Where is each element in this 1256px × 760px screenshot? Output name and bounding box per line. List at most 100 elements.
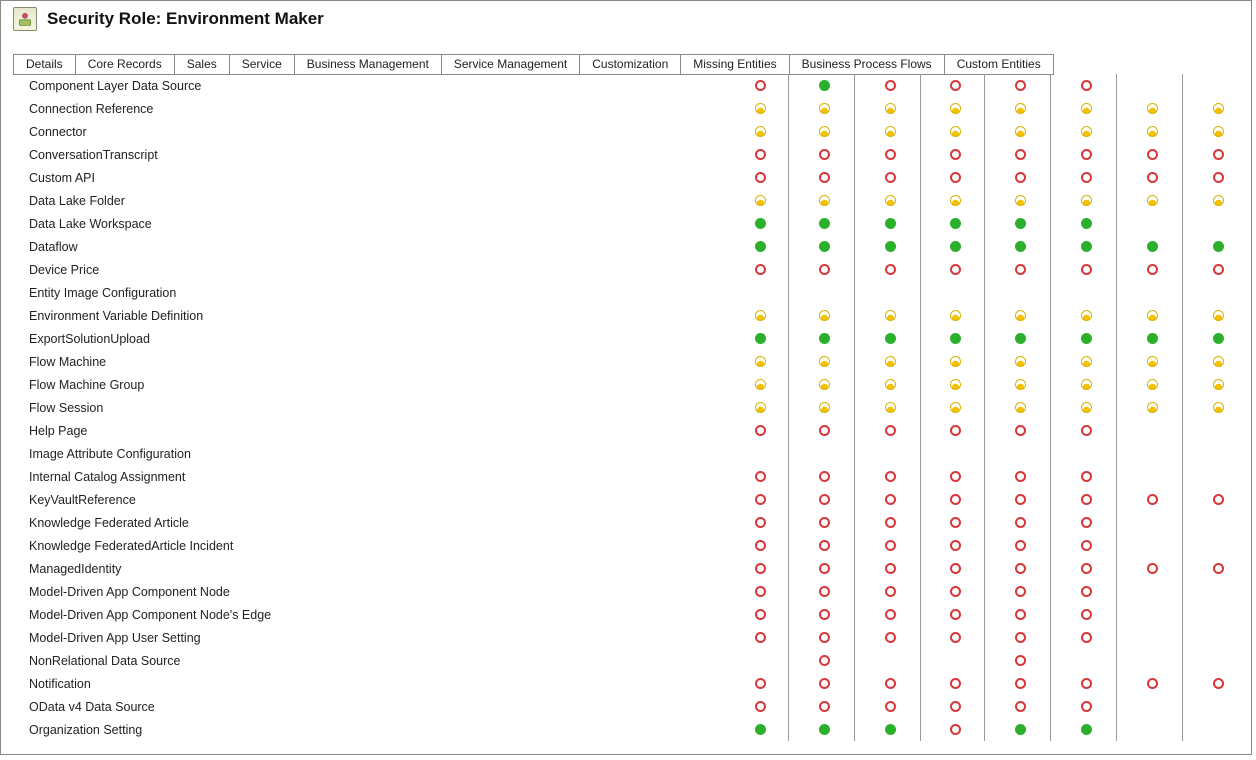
permission-cell[interactable] <box>1053 718 1119 741</box>
permission-cell[interactable] <box>923 419 987 442</box>
permission-cell[interactable] <box>857 396 923 419</box>
permission-cell[interactable] <box>923 718 987 741</box>
permission-cell[interactable] <box>987 626 1053 649</box>
permission-cell[interactable] <box>987 396 1053 419</box>
permission-cell[interactable] <box>923 74 987 97</box>
permission-cell[interactable] <box>729 235 791 258</box>
permission-cell[interactable] <box>729 603 791 626</box>
permission-cell[interactable] <box>1185 189 1251 212</box>
permission-cell[interactable] <box>857 557 923 580</box>
permission-cell[interactable] <box>987 143 1053 166</box>
permission-cell[interactable] <box>987 672 1053 695</box>
permission-cell[interactable] <box>923 212 987 235</box>
permission-cell[interactable] <box>1119 373 1185 396</box>
permission-cell[interactable] <box>857 373 923 396</box>
permission-cell[interactable] <box>729 143 791 166</box>
permission-cell[interactable] <box>857 212 923 235</box>
permission-cell[interactable] <box>1053 396 1119 419</box>
tab-service[interactable]: Service <box>230 54 295 75</box>
permission-cell[interactable] <box>1053 258 1119 281</box>
permission-cell[interactable] <box>923 534 987 557</box>
permission-cell[interactable] <box>923 143 987 166</box>
permission-cell[interactable] <box>729 511 791 534</box>
permission-cell[interactable] <box>1119 304 1185 327</box>
permission-cell[interactable] <box>1053 465 1119 488</box>
permission-cell[interactable] <box>987 166 1053 189</box>
permission-cell[interactable] <box>1185 488 1251 511</box>
tab-service-management[interactable]: Service Management <box>442 54 580 75</box>
permission-cell[interactable] <box>987 695 1053 718</box>
permission-cell[interactable] <box>987 189 1053 212</box>
permission-cell[interactable] <box>729 258 791 281</box>
permission-cell[interactable] <box>729 97 791 120</box>
permission-cell[interactable] <box>1053 672 1119 695</box>
permission-cell[interactable] <box>857 189 923 212</box>
permission-cell[interactable] <box>987 580 1053 603</box>
tab-details[interactable]: Details <box>13 54 76 75</box>
permission-cell[interactable] <box>1185 235 1251 258</box>
permission-cell[interactable] <box>987 419 1053 442</box>
permission-cell[interactable] <box>1053 327 1119 350</box>
permission-cell[interactable] <box>791 580 857 603</box>
permission-cell[interactable] <box>791 695 857 718</box>
permission-cell[interactable] <box>987 373 1053 396</box>
tab-customization[interactable]: Customization <box>580 54 681 75</box>
permission-cell[interactable] <box>1053 143 1119 166</box>
permission-cell[interactable] <box>987 718 1053 741</box>
permission-cell[interactable] <box>1185 143 1251 166</box>
permission-cell[interactable] <box>857 304 923 327</box>
permission-cell[interactable] <box>1053 166 1119 189</box>
permission-cell[interactable] <box>923 603 987 626</box>
permission-cell[interactable] <box>729 166 791 189</box>
permission-cell[interactable] <box>1119 97 1185 120</box>
permission-cell[interactable] <box>1053 97 1119 120</box>
permission-cell[interactable] <box>729 120 791 143</box>
permission-cell[interactable] <box>987 304 1053 327</box>
permission-cell[interactable] <box>1053 511 1119 534</box>
permission-cell[interactable] <box>923 511 987 534</box>
permission-cell[interactable] <box>857 603 923 626</box>
permission-cell[interactable] <box>923 396 987 419</box>
permission-cell[interactable] <box>857 419 923 442</box>
permission-cell[interactable] <box>791 557 857 580</box>
permission-cell[interactable] <box>857 534 923 557</box>
permission-cell[interactable] <box>1053 189 1119 212</box>
permission-cell[interactable] <box>1053 603 1119 626</box>
permission-cell[interactable] <box>987 534 1053 557</box>
permission-cell[interactable] <box>923 327 987 350</box>
permission-cell[interactable] <box>791 350 857 373</box>
permission-cell[interactable] <box>729 373 791 396</box>
permission-cell[interactable] <box>729 626 791 649</box>
permission-cell[interactable] <box>1185 350 1251 373</box>
permission-cell[interactable] <box>729 580 791 603</box>
permission-cell[interactable] <box>923 488 987 511</box>
permission-cell[interactable] <box>987 603 1053 626</box>
permission-cell[interactable] <box>923 189 987 212</box>
permission-cell[interactable] <box>1119 350 1185 373</box>
permission-cell[interactable] <box>791 143 857 166</box>
permission-cell[interactable] <box>1053 120 1119 143</box>
permission-cell[interactable] <box>923 695 987 718</box>
permission-cell[interactable] <box>729 557 791 580</box>
permission-cell[interactable] <box>987 97 1053 120</box>
permission-cell[interactable] <box>1185 396 1251 419</box>
permission-cell[interactable] <box>791 396 857 419</box>
permission-cell[interactable] <box>987 212 1053 235</box>
tab-business-process-flows[interactable]: Business Process Flows <box>790 54 945 75</box>
tab-core-records[interactable]: Core Records <box>76 54 175 75</box>
permission-cell[interactable] <box>791 419 857 442</box>
permission-cell[interactable] <box>1053 580 1119 603</box>
permission-cell[interactable] <box>1053 626 1119 649</box>
permission-cell[interactable] <box>1119 120 1185 143</box>
permission-cell[interactable] <box>923 304 987 327</box>
permission-cell[interactable] <box>791 258 857 281</box>
permission-cell[interactable] <box>729 396 791 419</box>
permission-cell[interactable] <box>1185 327 1251 350</box>
permission-cell[interactable] <box>729 212 791 235</box>
permission-cell[interactable] <box>1185 373 1251 396</box>
permission-cell[interactable] <box>791 672 857 695</box>
permission-cell[interactable] <box>1119 557 1185 580</box>
permission-cell[interactable] <box>1119 488 1185 511</box>
permission-cell[interactable] <box>1185 304 1251 327</box>
permission-cell[interactable] <box>1053 212 1119 235</box>
